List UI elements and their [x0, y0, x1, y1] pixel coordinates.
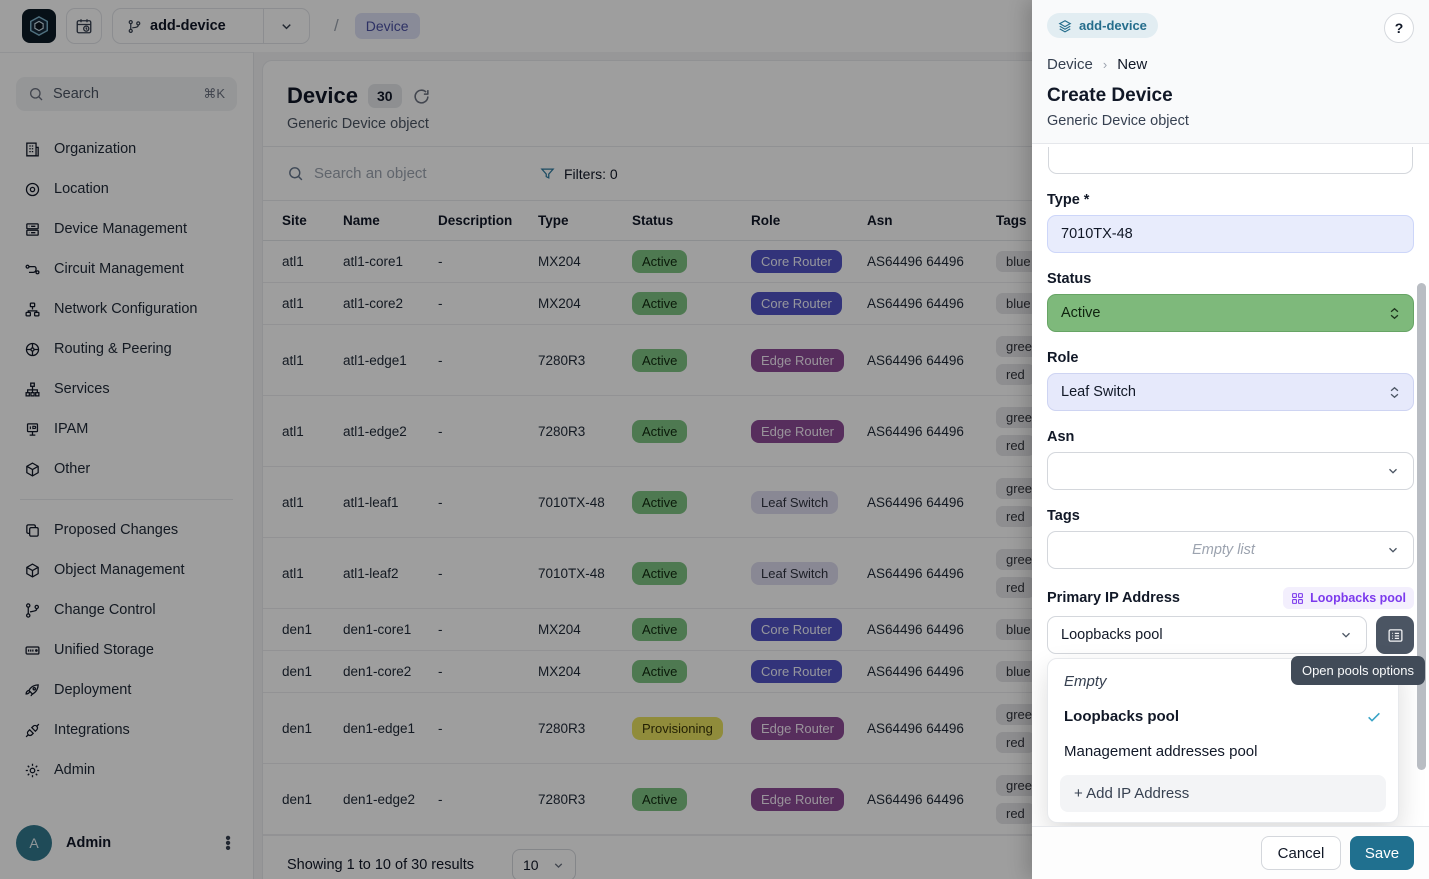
primary-ip-value: Loopbacks pool	[1061, 627, 1163, 643]
tags-placeholder: Empty list	[1061, 542, 1386, 558]
drawer-footer: Cancel Save	[1032, 826, 1429, 879]
tags-select[interactable]: Empty list	[1047, 531, 1414, 569]
pool-grid-icon	[1291, 592, 1304, 605]
drawer-breadcrumb-current: New	[1117, 56, 1147, 73]
dropdown-option-label: Loopbacks pool	[1064, 708, 1179, 725]
dropdown-options: Loopbacks pool Management addresses pool	[1048, 699, 1398, 769]
primary-ip-label-row: Primary IP Address Loopbacks pool	[1047, 587, 1414, 609]
partially-visible-field[interactable]	[1048, 147, 1413, 174]
select-chevrons-icon	[1389, 386, 1400, 399]
asn-label: Asn	[1047, 429, 1414, 445]
drawer-scrollbar[interactable]	[1417, 283, 1426, 770]
chevron-right-icon: ›	[1103, 57, 1107, 72]
tags-label: Tags	[1047, 508, 1414, 524]
drawer-breadcrumb-parent[interactable]: Device	[1047, 56, 1093, 73]
dropdown-option-loopbacks-pool[interactable]: Loopbacks pool	[1048, 699, 1398, 734]
drawer-branch-name: add-device	[1079, 18, 1147, 33]
asn-select[interactable]	[1047, 452, 1414, 490]
dropdown-option-management-addresses-pool[interactable]: Management addresses pool	[1048, 734, 1398, 769]
create-device-drawer: add-device ? Device › New Create Device …	[1032, 0, 1429, 879]
save-button[interactable]: Save	[1350, 836, 1414, 870]
type-label: Type *	[1047, 192, 1414, 208]
drawer-form: Type * 7010TX-48 Status Active Role Leaf…	[1032, 147, 1429, 654]
role-select[interactable]: Leaf Switch	[1047, 373, 1414, 411]
chevron-down-icon	[1339, 628, 1353, 642]
drawer-subtitle: Generic Device object	[1047, 113, 1414, 129]
role-value: Leaf Switch	[1061, 384, 1136, 400]
drawer-breadcrumb: Device › New	[1047, 56, 1414, 73]
drawer-header: add-device ? Device › New Create Device …	[1032, 0, 1429, 144]
drawer-branch-badge: add-device	[1047, 13, 1158, 38]
type-input[interactable]: 7010TX-48	[1047, 215, 1414, 253]
add-ip-address-button[interactable]: + Add IP Address	[1060, 775, 1386, 812]
pool-badge[interactable]: Loopbacks pool	[1283, 587, 1414, 609]
open-pools-options-tooltip: Open pools options	[1291, 656, 1425, 685]
list-options-icon	[1387, 627, 1404, 644]
status-value: Active	[1061, 305, 1101, 321]
drawer-title: Create Device	[1047, 85, 1414, 107]
role-label: Role	[1047, 350, 1414, 366]
check-icon	[1366, 709, 1382, 725]
layers-icon	[1058, 19, 1072, 33]
primary-ip-select[interactable]: Loopbacks pool	[1047, 616, 1367, 654]
pool-badge-label: Loopbacks pool	[1310, 591, 1406, 605]
status-label: Status	[1047, 271, 1414, 287]
open-pools-options-button[interactable]	[1376, 616, 1414, 654]
status-select[interactable]: Active	[1047, 294, 1414, 332]
type-value: 7010TX-48	[1061, 226, 1133, 242]
chevron-down-icon	[1386, 543, 1400, 557]
cancel-button[interactable]: Cancel	[1261, 836, 1341, 870]
dropdown-option-label: Management addresses pool	[1064, 743, 1257, 760]
help-button[interactable]: ?	[1384, 13, 1414, 43]
primary-ip-label: Primary IP Address	[1047, 590, 1180, 606]
chevron-down-icon	[1386, 464, 1400, 478]
select-chevrons-icon	[1389, 307, 1400, 320]
